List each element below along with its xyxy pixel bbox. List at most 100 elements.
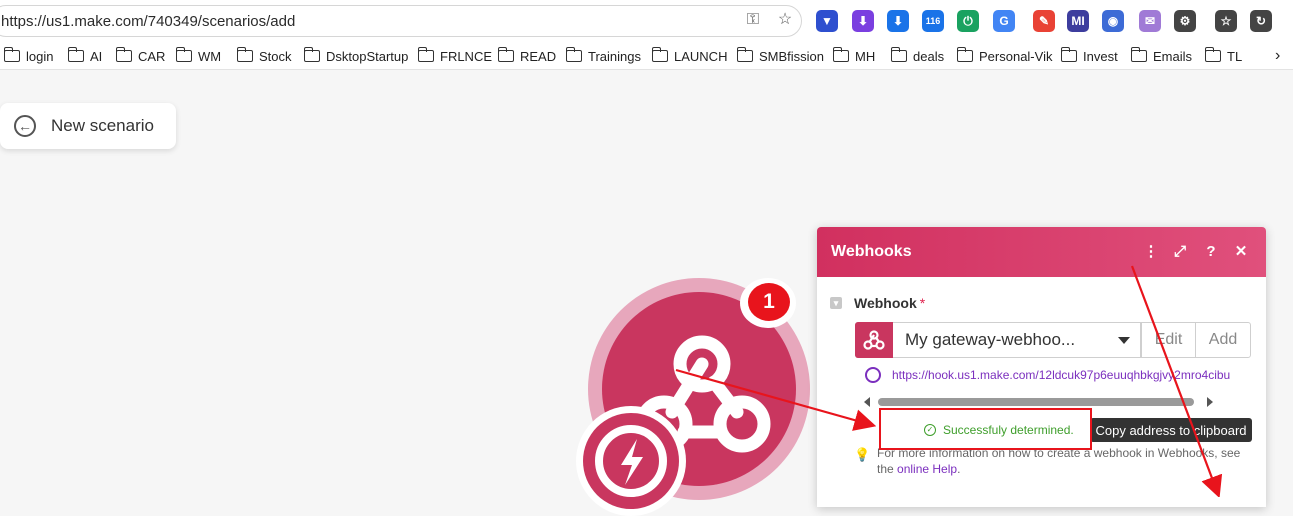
- bookmark-label: login: [26, 48, 54, 64]
- folder-icon: [651, 47, 668, 62]
- webhook-url-row: https://hook.us1.make.com/12ldcuk97p6euu…: [865, 367, 1230, 383]
- webhooks-panel: Webhooks ⋮ ⤢ ? ✕ ▾ Webhook * My gateway-…: [817, 227, 1266, 507]
- collapse-toggle-icon[interactable]: ▾: [830, 297, 842, 309]
- close-icon[interactable]: ✕: [1232, 243, 1250, 261]
- folder-icon: [956, 47, 973, 62]
- add-button[interactable]: Add: [1195, 322, 1251, 358]
- bookmark-deals[interactable]: deals: [890, 46, 944, 66]
- folder-icon: [303, 47, 320, 62]
- alien-extension-icon[interactable]: ◉: [1102, 10, 1124, 32]
- folder-icon: [3, 47, 20, 62]
- webhook-select-icon: [855, 322, 893, 358]
- power-icon[interactable]: ⏻: [957, 10, 979, 32]
- horizontal-scrollbar[interactable]: [862, 395, 1214, 409]
- bookmark-label: Emails: [1153, 48, 1193, 64]
- bookmark-dsktopstartup[interactable]: DsktopStartup: [303, 46, 409, 66]
- mi-extension-icon[interactable]: MI: [1067, 10, 1089, 32]
- bookmark-launch[interactable]: LAUNCH: [651, 46, 728, 66]
- bookmark-label: WM: [198, 48, 222, 64]
- address-bar[interactable]: https://us1.make.com/740349/scenarios/ad…: [0, 5, 802, 37]
- selected-webhook: My gateway-webhoo...: [905, 330, 1076, 349]
- folder-icon: [832, 47, 849, 62]
- bookmark-label: Stock: [259, 48, 292, 64]
- lightbulb-icon: 💡: [854, 447, 871, 462]
- bookmark-label: Invest: [1083, 48, 1118, 64]
- bookmarks-overflow-icon[interactable]: ›: [1275, 46, 1280, 66]
- pen-extension-icon[interactable]: ✎: [1033, 10, 1055, 32]
- folder-icon: [497, 47, 514, 62]
- address-text[interactable]: https://us1.make.com/740349/scenarios/ad…: [1, 13, 295, 30]
- bookmark-label: Personal-Vik: [979, 48, 1053, 64]
- bookmark-smbfission[interactable]: SMBfission: [736, 46, 825, 66]
- translate-icon[interactable]: G: [993, 10, 1015, 32]
- expand-icon[interactable]: ⤢: [1171, 243, 1189, 261]
- puzzle-icon[interactable]: ⚙: [1174, 10, 1196, 32]
- back-arrow-icon: ←: [14, 115, 36, 137]
- bookmark-login[interactable]: login: [3, 46, 54, 66]
- info-period: .: [957, 462, 961, 476]
- bookmark-label: TL: [1227, 48, 1243, 64]
- bookmark-wm[interactable]: WM: [175, 46, 222, 66]
- chevron-down-icon: [1118, 337, 1130, 344]
- folder-icon: [175, 47, 192, 62]
- extension-badge-icon[interactable]: 116: [922, 10, 944, 32]
- history-icon[interactable]: ↻: [1250, 10, 1272, 32]
- panel-header: Webhooks: [817, 227, 1266, 277]
- folder-icon: [417, 47, 434, 62]
- browser-url-bar: https://us1.make.com/740349/scenarios/ad…: [0, 0, 1293, 42]
- bookmark-frlnce[interactable]: FRLNCE: [417, 46, 492, 66]
- mail-extension-icon[interactable]: ✉: [1139, 10, 1161, 32]
- bookmark-label: AI: [90, 48, 103, 64]
- folder-icon: [115, 47, 132, 62]
- download-icon[interactable]: ⬇: [887, 10, 909, 32]
- bookmark-star-icon[interactable]: ☆: [775, 10, 795, 30]
- webhook-select[interactable]: My gateway-webhoo...: [855, 322, 1141, 358]
- bookmark-emails[interactable]: Emails: [1130, 46, 1193, 66]
- bookmark-read[interactable]: READ: [497, 46, 557, 66]
- scroll-left-icon[interactable]: [864, 397, 870, 407]
- more-options-icon[interactable]: ⋮: [1142, 243, 1160, 261]
- help-icon[interactable]: ?: [1202, 243, 1220, 261]
- online-help-link[interactable]: online Help: [897, 462, 957, 476]
- module-number-badge: 1: [748, 283, 790, 321]
- lightning-icon: [595, 425, 667, 497]
- bookmark-label: MH: [855, 48, 876, 64]
- purple-arrow-icon[interactable]: ⬇: [852, 10, 874, 32]
- globe-icon: [865, 367, 881, 383]
- bookmark-label: SMBfission: [759, 48, 825, 64]
- new-scenario-back-button[interactable]: ← New scenario: [0, 103, 176, 149]
- folder-icon: [1204, 47, 1221, 62]
- bookmark-label: CAR: [138, 48, 166, 64]
- bookmark-mh[interactable]: MH: [832, 46, 876, 66]
- bookmark-trainings[interactable]: Trainings: [565, 46, 641, 66]
- copy-address-button[interactable]: Copy address to clipboard: [1090, 418, 1252, 442]
- required-mark: *: [919, 295, 926, 311]
- folder-icon: [1130, 47, 1147, 62]
- key-icon[interactable]: ⚿: [743, 10, 763, 30]
- bookmarks-bar: login AI CAR WM Stock DsktopStartup FRLNCE READ…: [0, 42, 1293, 70]
- webhook-label-text: Webhook: [854, 295, 917, 311]
- annotation-highlight-box: [879, 408, 1092, 450]
- scenario-title: New scenario: [51, 116, 154, 135]
- vivaldi-icon[interactable]: ▼: [816, 10, 838, 32]
- bookmark-tl[interactable]: TL: [1204, 46, 1243, 66]
- bookmark-label: DsktopStartup: [326, 48, 409, 64]
- bookmark-stock[interactable]: Stock: [236, 46, 292, 66]
- scroll-thumb[interactable]: [878, 398, 1194, 406]
- instant-trigger-badge[interactable]: [583, 413, 679, 509]
- edit-button[interactable]: Edit: [1141, 322, 1196, 358]
- scroll-right-icon[interactable]: [1207, 397, 1213, 407]
- folder-icon: [890, 47, 907, 62]
- folder-icon: [1060, 47, 1077, 62]
- webhook-url[interactable]: https://hook.us1.make.com/12ldcuk97p6euu…: [892, 368, 1230, 382]
- favorites-icon[interactable]: ☆: [1215, 10, 1237, 32]
- bookmark-label: LAUNCH: [674, 48, 728, 64]
- panel-title: Webhooks: [831, 243, 912, 260]
- bookmark-label: READ: [520, 48, 557, 64]
- folder-icon: [67, 47, 84, 62]
- bookmark-car[interactable]: CAR: [115, 46, 166, 66]
- bookmark-invest[interactable]: Invest: [1060, 46, 1118, 66]
- webhook-field-label: ▾ Webhook *: [830, 295, 925, 311]
- bookmark-ai[interactable]: AI: [67, 46, 103, 66]
- bookmark-personal-vik[interactable]: Personal-Vik: [956, 46, 1053, 66]
